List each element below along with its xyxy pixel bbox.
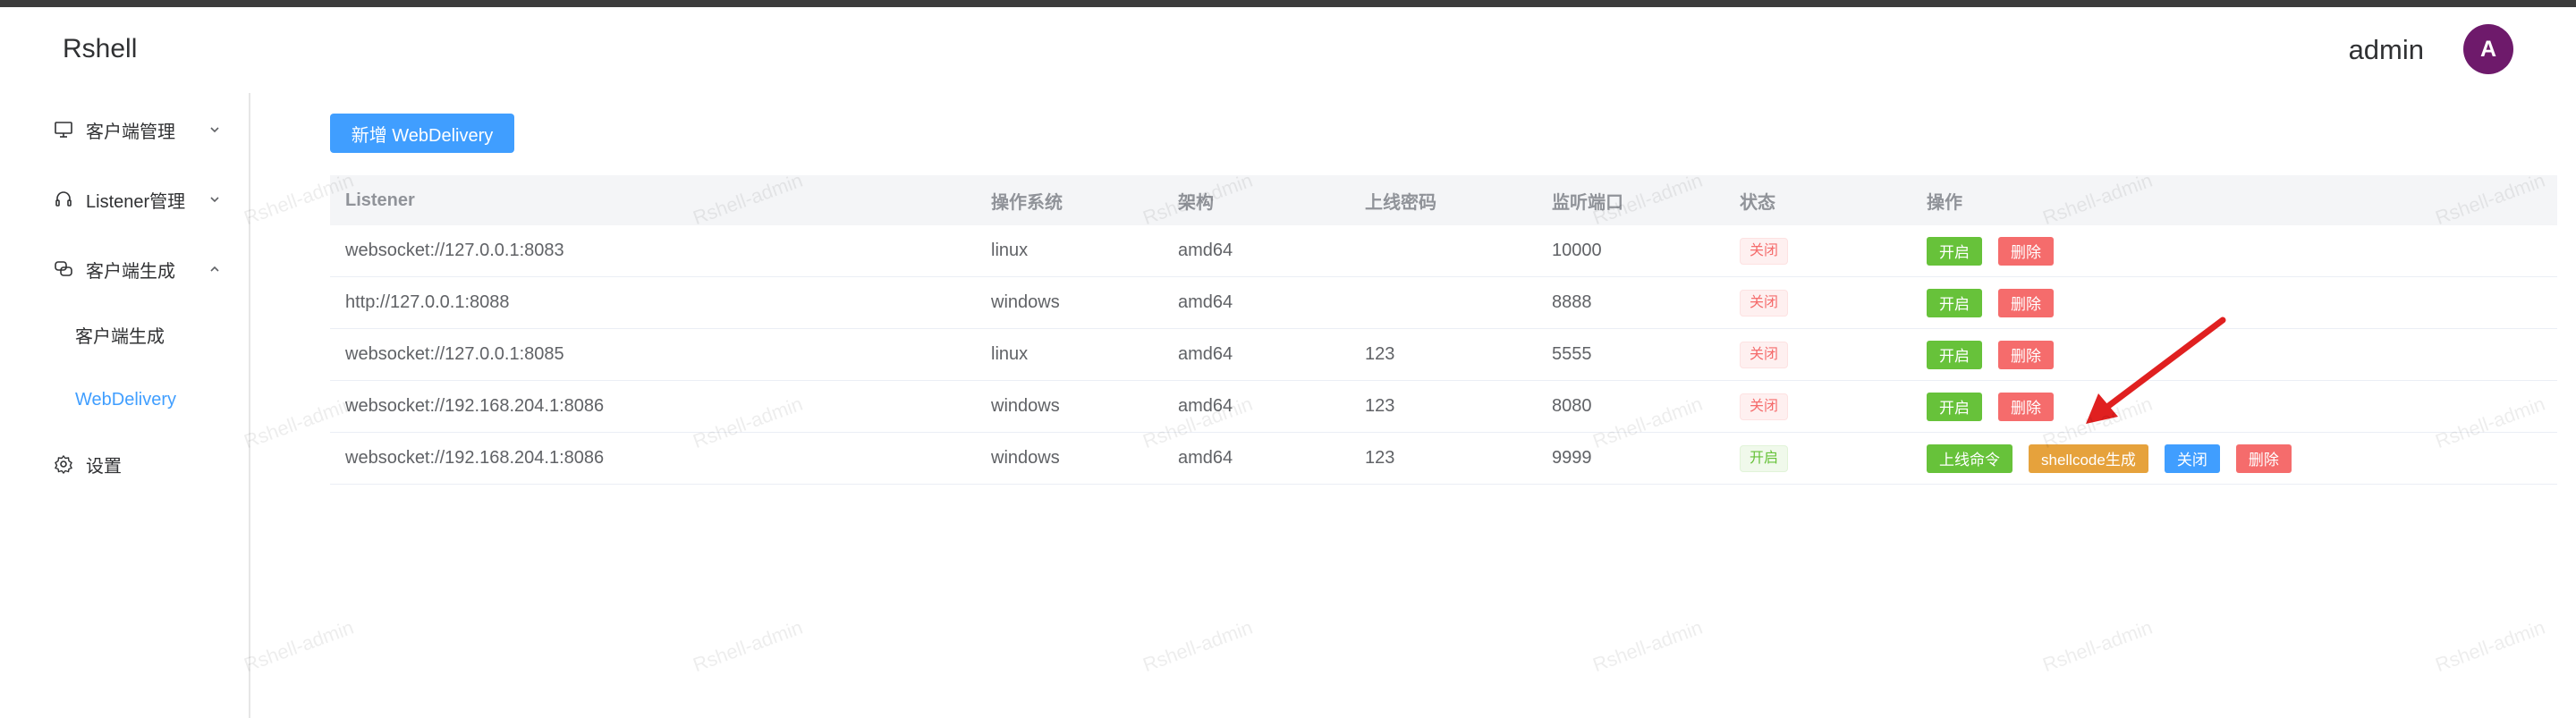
- sidebar: 客户端管理 Listener管理 客户端生成 客户端生成 WebDelivery…: [0, 93, 250, 718]
- port-cell: 5555: [1552, 344, 1592, 364]
- os-cell: windows: [991, 448, 1060, 468]
- password-cell: 123: [1365, 344, 1395, 364]
- watermark: Rshell-admin: [241, 615, 357, 677]
- sidebar-subitem-label: 客户端生成: [75, 326, 165, 347]
- arch-cell: amd64: [1178, 292, 1233, 312]
- os-cell: linux: [991, 241, 1029, 260]
- avatar[interactable]: A: [2463, 24, 2513, 74]
- watermark: Rshell-admin: [2432, 615, 2548, 677]
- add-webdelivery-button[interactable]: 新增 WebDelivery: [330, 114, 514, 153]
- actions-cell: 开启 删除: [1927, 381, 2070, 432]
- watermark: Rshell-admin: [1140, 615, 1256, 677]
- online-command-button[interactable]: 上线命令: [1927, 443, 2012, 473]
- actions-cell: 开启 删除: [1927, 277, 2070, 328]
- actions-cell: 开启 删除: [1927, 329, 2070, 380]
- delete-button[interactable]: 删除: [2235, 443, 2292, 473]
- arch-cell: amd64: [1178, 241, 1233, 260]
- column-header-port[interactable]: 监听端口: [1552, 175, 1623, 225]
- disable-button[interactable]: 关闭: [2164, 443, 2220, 473]
- password-cell: 123: [1365, 448, 1395, 468]
- column-header-status[interactable]: 状态: [1740, 175, 1775, 225]
- column-header-actions[interactable]: 操作: [1927, 175, 1962, 225]
- app-header: Rshell admin A: [0, 7, 2576, 93]
- sidebar-item-client-management[interactable]: 客户端管理: [0, 103, 249, 156]
- status-cell: 关闭: [1740, 381, 1789, 432]
- sidebar-item-label: 客户端管理: [86, 122, 175, 142]
- delete-button[interactable]: 删除: [1998, 340, 2054, 369]
- arch-cell: amd64: [1178, 396, 1233, 416]
- arch-cell: amd64: [1178, 448, 1233, 468]
- enable-button[interactable]: 开启: [1927, 340, 1982, 369]
- status-badge: 关闭: [1740, 393, 1789, 420]
- password-cell: 123: [1365, 396, 1395, 416]
- annotation-arrow-icon: [2086, 317, 2226, 424]
- status-badge: 关闭: [1740, 237, 1789, 265]
- table-header: Listener 操作系统 架构 上线密码 监听端口 状态 操作: [330, 175, 2557, 225]
- sidebar-item-label: Listener管理: [86, 191, 186, 212]
- sidebar-item-label: 设置: [86, 456, 122, 477]
- port-cell: 8080: [1552, 396, 1592, 416]
- sidebar-subitem-client-generation[interactable]: 客户端生成: [0, 309, 249, 359]
- actions-cell: 开启 删除: [1927, 225, 2070, 276]
- shellcode-generate-button[interactable]: shellcode生成: [2029, 443, 2148, 473]
- os-cell: windows: [991, 292, 1060, 312]
- column-header-os[interactable]: 操作系统: [991, 175, 1063, 225]
- app-title: Rshell: [63, 34, 138, 63]
- watermark: Rshell-admin: [2039, 615, 2156, 677]
- listener-cell: websocket://192.168.204.1:8086: [345, 448, 605, 468]
- status-badge: 关闭: [1740, 341, 1789, 368]
- status-cell: 关闭: [1740, 225, 1789, 276]
- table-row: websocket://192.168.204.1:8086 windows a…: [330, 433, 2557, 485]
- enable-button[interactable]: 开启: [1927, 288, 1982, 317]
- watermark: Rshell-admin: [690, 615, 806, 677]
- port-cell: 8888: [1552, 292, 1592, 312]
- arch-cell: amd64: [1178, 344, 1233, 364]
- column-header-listener[interactable]: Listener: [345, 175, 415, 225]
- status-cell: 开启: [1740, 433, 1789, 484]
- enable-button[interactable]: 开启: [1927, 392, 1982, 421]
- listener-cell: http://127.0.0.1:8088: [345, 292, 510, 312]
- actions-cell: 上线命令 shellcode生成 关闭 删除: [1927, 433, 2308, 484]
- port-cell: 9999: [1552, 448, 1592, 468]
- table-row: websocket://127.0.0.1:8083 linux amd64 1…: [330, 225, 2557, 277]
- delete-button[interactable]: 删除: [1998, 392, 2054, 421]
- sidebar-item-client-generation[interactable]: 客户端生成: [0, 242, 249, 296]
- monitor-icon: [52, 118, 75, 141]
- status-badge: 开启: [1740, 444, 1789, 472]
- column-header-arch[interactable]: 架构: [1178, 175, 1214, 225]
- status-badge: 关闭: [1740, 289, 1789, 317]
- delete-button[interactable]: 删除: [1998, 236, 2054, 266]
- gear-icon: [52, 452, 75, 476]
- listener-cell: websocket://192.168.204.1:8086: [345, 396, 605, 416]
- chevron-down-icon: [208, 192, 222, 207]
- user-name[interactable]: admin: [2349, 34, 2424, 66]
- chat-icon: [52, 258, 75, 281]
- os-cell: windows: [991, 396, 1060, 416]
- column-header-password[interactable]: 上线密码: [1365, 175, 1436, 225]
- listener-cell: websocket://127.0.0.1:8083: [345, 241, 564, 260]
- listener-cell: websocket://127.0.0.1:8085: [345, 344, 564, 364]
- delete-button[interactable]: 删除: [1998, 288, 2054, 317]
- sidebar-subitem-label: WebDelivery: [75, 389, 176, 410]
- watermark: Rshell-admin: [1589, 615, 1706, 677]
- chevron-up-icon: [208, 262, 222, 276]
- chevron-down-icon: [208, 122, 222, 137]
- status-cell: 关闭: [1740, 277, 1789, 328]
- sidebar-item-settings[interactable]: 设置: [0, 437, 249, 491]
- sidebar-subitem-webdelivery[interactable]: WebDelivery: [0, 375, 249, 425]
- port-cell: 10000: [1552, 241, 1602, 260]
- headset-icon: [52, 188, 75, 211]
- os-cell: linux: [991, 344, 1029, 364]
- sidebar-item-label: 客户端生成: [86, 261, 175, 282]
- status-cell: 关闭: [1740, 329, 1789, 380]
- enable-button[interactable]: 开启: [1927, 236, 1982, 266]
- sidebar-item-listener-management[interactable]: Listener管理: [0, 173, 249, 226]
- window-top-bar: [0, 0, 2576, 7]
